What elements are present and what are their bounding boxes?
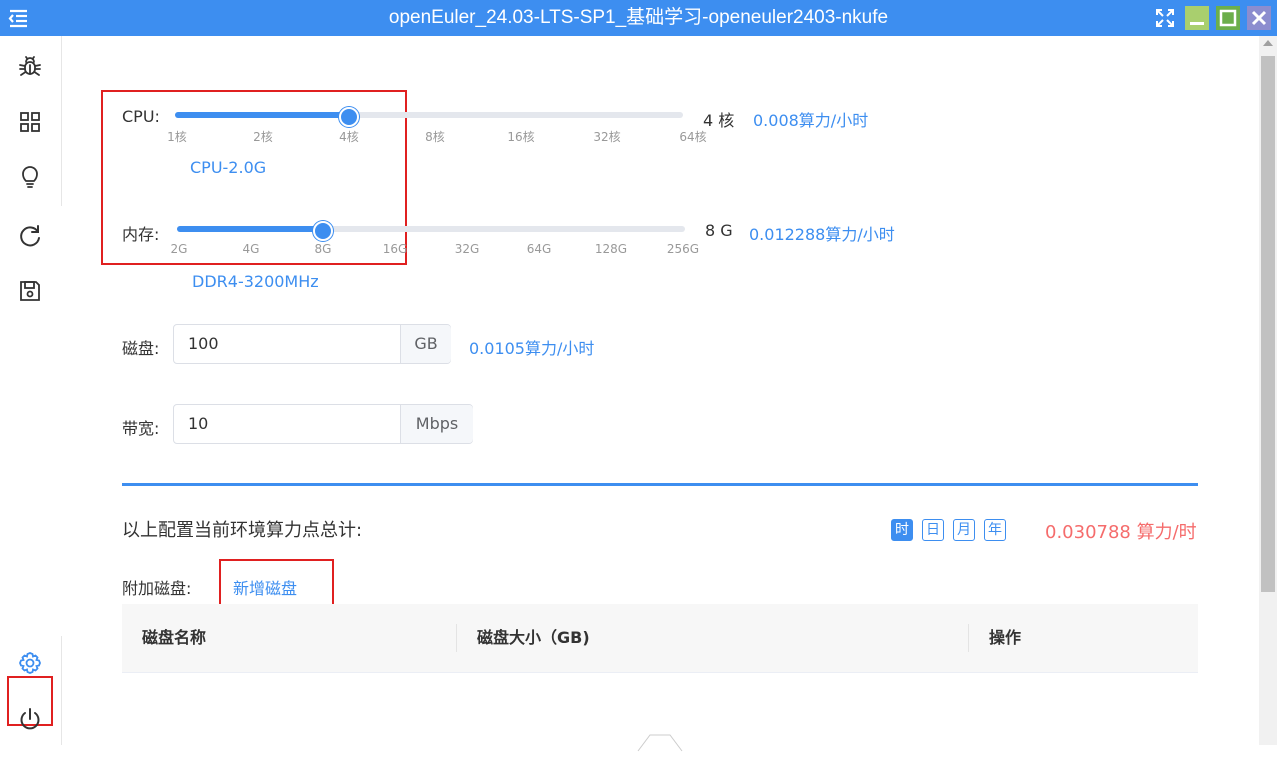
disk-unit: GB — [400, 325, 451, 363]
minimize-button[interactable] — [1185, 6, 1209, 30]
disk-label: 磁盘: — [122, 339, 160, 358]
bandwidth-value[interactable]: 10 — [188, 405, 208, 443]
memory-tick-label: 4G — [242, 242, 260, 256]
memory-slider-handle[interactable] — [313, 221, 333, 241]
cpu-tick-label: 8核 — [425, 130, 445, 144]
period-day-button[interactable]: 日 — [922, 519, 944, 541]
lightbulb-icon[interactable] — [17, 164, 43, 190]
section-divider — [122, 483, 1198, 486]
disk-size-input[interactable]: 100 GB — [173, 324, 451, 364]
window-title: openEuler_24.03-LTS-SP1_基础学习-openeuler24… — [388, 7, 889, 28]
bandwidth-label: 带宽: — [122, 419, 160, 438]
memory-model: DDR4-3200MHz — [192, 272, 319, 291]
cpu-slider-handle[interactable] — [339, 107, 359, 127]
memory-tick-label: 2G — [170, 242, 188, 256]
maximize-button[interactable] — [1216, 6, 1240, 30]
sidebar — [0, 36, 62, 745]
memory-tick-label: 64G — [526, 242, 552, 256]
cpu-model: CPU-2.0G — [190, 158, 267, 177]
sidebar-divider — [61, 36, 62, 206]
memory-tick-label: 128G — [594, 242, 628, 256]
sidebar-divider — [61, 636, 62, 745]
memory-tick-label: 32G — [454, 242, 480, 256]
bug-icon[interactable] — [17, 54, 43, 80]
add-disk-link[interactable]: 新增磁盘 — [233, 575, 297, 599]
scroll-up-arrow[interactable] — [1263, 40, 1273, 46]
memory-price: 0.012288算力/小时 — [749, 225, 895, 244]
disk-table-header: 磁盘名称 磁盘大小（GB) 操作 — [122, 604, 1198, 673]
column-disk-size: 磁盘大小（GB) — [477, 628, 590, 647]
memory-tick-label: 16G — [382, 242, 408, 256]
summary-label: 以上配置当前环境算力点总计: — [122, 520, 363, 541]
chevron-up-icon[interactable] — [636, 733, 684, 753]
cpu-tick-label: 2核 — [253, 130, 273, 144]
title-bar: openEuler_24.03-LTS-SP1_基础学习-openeuler24… — [0, 0, 1277, 36]
gear-icon[interactable] — [17, 650, 43, 676]
vertical-scrollbar[interactable] — [1259, 36, 1277, 745]
bandwidth-unit: Mbps — [400, 405, 473, 443]
cpu-label: CPU: — [122, 107, 160, 126]
total-cost: 0.030788 算力/时 — [1045, 522, 1197, 543]
cpu-value: 4 核 — [703, 111, 735, 130]
memory-label: 内存: — [122, 225, 160, 244]
memory-value: 8 G — [705, 221, 733, 240]
cpu-slider[interactable] — [175, 112, 683, 118]
column-separator — [456, 624, 457, 652]
fullscreen-icon[interactable] — [1153, 6, 1177, 30]
cpu-tick-label: 1核 — [167, 130, 187, 144]
refresh-icon[interactable] — [17, 223, 43, 249]
extra-disk-label: 附加磁盘: — [122, 579, 192, 598]
period-year-button[interactable]: 年 — [984, 519, 1006, 541]
column-disk-name: 磁盘名称 — [142, 628, 207, 647]
power-icon[interactable] — [17, 706, 43, 732]
column-separator — [968, 624, 969, 652]
period-hour-button[interactable]: 时 — [891, 519, 913, 541]
cpu-tick-label: 4核 — [339, 130, 359, 144]
column-actions: 操作 — [989, 628, 1022, 647]
bandwidth-input[interactable]: 10 Mbps — [173, 404, 473, 444]
save-icon[interactable] — [17, 278, 43, 304]
memory-slider-fill — [177, 226, 321, 232]
disk-size-value[interactable]: 100 — [188, 325, 219, 363]
disk-price: 0.0105算力/小时 — [469, 339, 595, 358]
scrollbar-thumb[interactable] — [1261, 56, 1275, 592]
memory-tick-label: 256G — [666, 242, 700, 256]
cpu-tick-label: 16核 — [507, 130, 535, 144]
memory-slider[interactable] — [177, 226, 685, 232]
grid-icon[interactable] — [17, 109, 43, 135]
cpu-price: 0.008算力/小时 — [753, 111, 869, 130]
period-month-button[interactable]: 月 — [953, 519, 975, 541]
memory-tick-label: 8G — [314, 242, 332, 256]
cpu-tick-label: 32核 — [593, 130, 621, 144]
cpu-slider-fill — [175, 112, 347, 118]
close-button[interactable] — [1247, 6, 1271, 30]
